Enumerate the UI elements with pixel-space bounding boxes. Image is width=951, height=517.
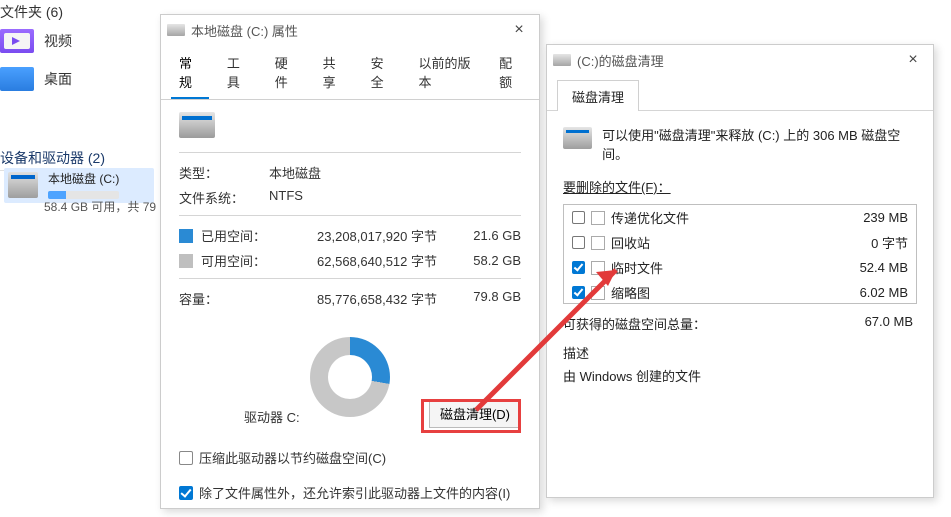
cleanup-tab[interactable]: 磁盘清理 [557,80,639,111]
drive-glyph-icon [167,24,185,36]
annotation-arrow [466,250,646,420]
used-gb: 21.6 GB [455,228,521,243]
drive-letter-label: 驱动器 C: [244,407,300,426]
file-icon [591,211,605,225]
tab-hardware[interactable]: 硬件 [267,47,305,99]
list-item: 传递优化文件 239 MB [564,205,916,230]
index-checkbox[interactable] [179,486,193,500]
cleanup-close-button[interactable]: × [899,51,927,69]
cleanup-hint-text: 可以使用"磁盘清理"来释放 (C:) 上的 306 MB 磁盘空间。 [602,125,917,163]
folders-header-text: 文件夹 (6) [0,4,63,20]
capacity-bytes: 85,776,658,432 字节 [269,289,455,308]
video-folder-label[interactable]: 视频 [44,31,72,51]
free-label: 可用空间： [201,251,269,270]
file-icon [591,236,605,250]
item-checkbox[interactable] [572,236,585,249]
total-gain-value: 67.0 MB [865,314,913,333]
tab-quota[interactable]: 配额 [491,47,529,99]
usage-donut-chart [310,337,390,417]
tab-share[interactable]: 共享 [315,47,353,99]
properties-tabs: 常规 工具 硬件 共享 安全 以前的版本 配额 [161,45,539,100]
filesystem-value: NTFS [269,188,303,207]
item-name: 传递优化文件 [611,208,832,227]
tab-general[interactable]: 常规 [171,47,209,99]
cleanup-titlebar[interactable]: (C:)的磁盘清理 × [547,45,933,75]
desktop-folder-icon [0,67,34,91]
compress-label: 压缩此驱动器以节约磁盘空间(C) [199,448,386,467]
drive-large-icon [179,112,215,138]
properties-title: 本地磁盘 (C:) 属性 [191,21,298,40]
tab-previous[interactable]: 以前的版本 [410,47,481,99]
used-color-swatch [179,229,193,243]
filesystem-label: 文件系统： [179,188,249,207]
tab-tools[interactable]: 工具 [219,47,257,99]
files-to-delete-label: 要删除的文件(F)： [547,173,933,200]
free-bytes: 62,568,640,512 字节 [269,251,455,270]
video-folder-icon [0,29,34,53]
used-bytes: 23,208,017,920 字节 [269,226,455,245]
index-label: 除了文件属性外，还允许索引此驱动器上文件的内容(I) [199,483,510,502]
drive-icon [8,172,38,198]
properties-titlebar[interactable]: 本地磁盘 (C:) 属性 × [161,15,539,45]
free-color-swatch [179,254,193,268]
item-size: 239 MB [838,210,908,225]
type-value: 本地磁盘 [269,163,321,182]
used-label: 已用空间： [201,226,269,245]
folders-section-header: 文件夹 (6) 视频 桌面 [0,0,72,98]
desktop-folder-label[interactable]: 桌面 [44,69,72,89]
capacity-label: 容量： [179,289,269,308]
item-size: 52.4 MB [838,260,908,275]
drive-c-name: 本地磁盘 (C:) [48,172,119,188]
item-size: 6.02 MB [838,285,908,300]
cleanup-drive-icon [553,54,571,66]
item-checkbox[interactable] [572,211,585,224]
cleanup-title: (C:)的磁盘清理 [577,51,664,70]
drive-c-free-text: 58.4 GB 可用，共 79 [44,198,156,215]
cleanup-drive-hint-icon [563,127,592,149]
tab-security[interactable]: 安全 [363,47,401,99]
properties-close-button[interactable]: × [505,21,533,39]
compress-checkbox[interactable] [179,451,193,465]
type-label: 类型： [179,163,249,182]
item-size: 0 字节 [838,233,908,252]
